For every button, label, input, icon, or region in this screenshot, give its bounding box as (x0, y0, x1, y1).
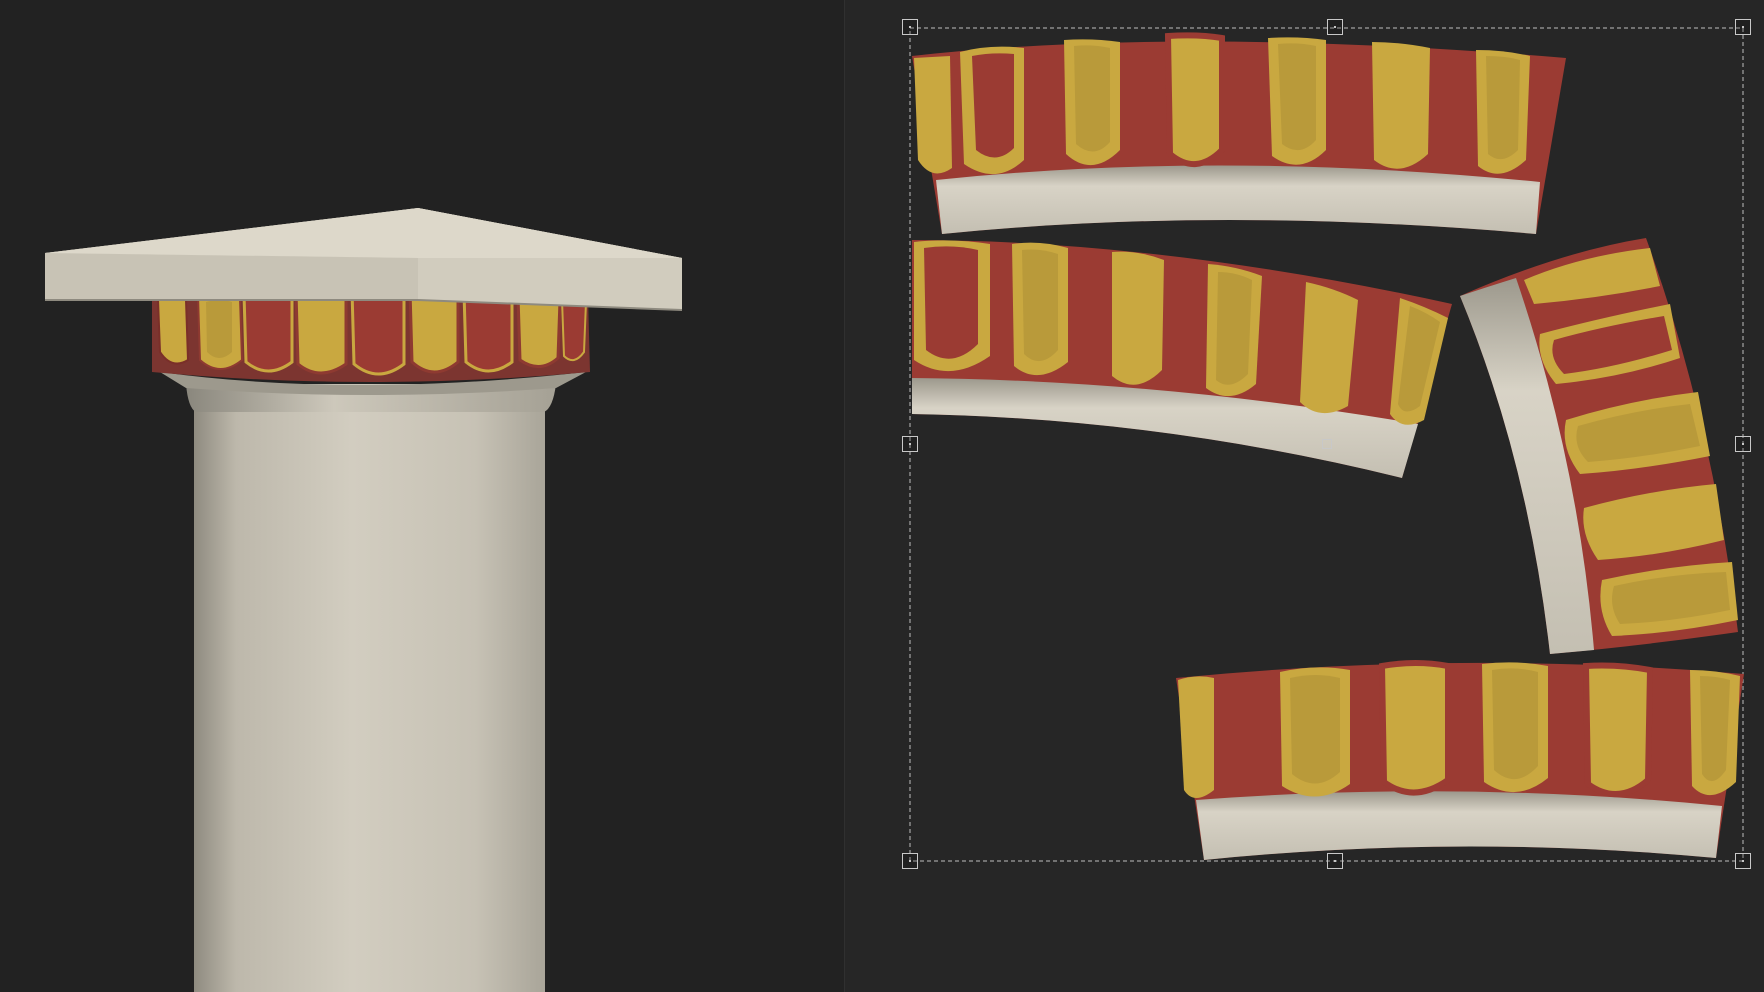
uv-island-top[interactable] (912, 32, 1566, 234)
transform-handle-top-right[interactable] (1735, 19, 1751, 35)
transform-handle-middle-right[interactable] (1735, 436, 1751, 452)
column-model[interactable] (0, 0, 844, 992)
transform-handle-bottom-left[interactable] (902, 853, 918, 869)
uv-island-middle[interactable] (912, 240, 1452, 478)
column-abacus (45, 208, 683, 311)
uv-island-rotated[interactable] (1460, 238, 1738, 654)
uv-canvas[interactable] (845, 0, 1764, 992)
uv-editor-viewport[interactable] (845, 0, 1764, 992)
transform-handle-bottom-right[interactable] (1735, 853, 1751, 869)
transform-handle-middle-left[interactable] (902, 436, 918, 452)
transform-handle-top-center[interactable] (1327, 19, 1343, 35)
transform-pivot[interactable] (1322, 439, 1332, 449)
uv-island-bottom[interactable] (1176, 660, 1744, 860)
transform-handle-top-left[interactable] (902, 19, 918, 35)
3d-viewport[interactable] (0, 0, 844, 992)
transform-handle-bottom-center[interactable] (1327, 853, 1343, 869)
column-shaft (194, 400, 545, 992)
